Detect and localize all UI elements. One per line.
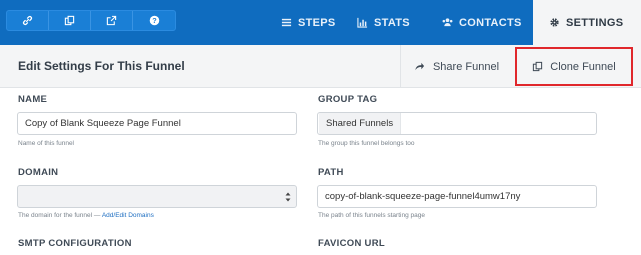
- domain-label: DOMAIN: [18, 167, 59, 178]
- path-label: PATH: [318, 167, 344, 178]
- link-icon: [22, 15, 33, 26]
- smtp-configuration-label: SMTP CONFIGURATION: [18, 238, 132, 249]
- tab-steps-label: STEPS: [298, 16, 336, 29]
- share-funnel-button[interactable]: Share Funnel: [400, 45, 512, 88]
- page-title: Edit Settings For This Funnel: [18, 59, 185, 73]
- path-input-value: copy-of-blank-squeeze-page-funnel4umw17n…: [325, 191, 521, 202]
- group-tag-chip-label: Shared Funnels: [326, 118, 394, 129]
- tab-steps[interactable]: STEPS: [281, 0, 336, 45]
- favicon-url-label: FAVICON URL: [318, 238, 385, 249]
- domain-select[interactable]: [17, 185, 297, 208]
- share-funnel-label: Share Funnel: [432, 60, 500, 73]
- share-icon: [415, 62, 425, 71]
- select-arrows-icon: [285, 192, 291, 202]
- gear-icon: [550, 18, 559, 27]
- users-icon: [442, 18, 453, 27]
- domain-help-label: The domain for the funnel —: [18, 212, 102, 219]
- path-help-text: The path of this funnels starting page: [318, 212, 425, 219]
- group-tag-chip[interactable]: Shared Funnels: [319, 113, 402, 134]
- name-input[interactable]: Copy of Blank Squeeze Page Funnel: [17, 112, 297, 135]
- clone-icon: [533, 61, 543, 72]
- group-tag-input[interactable]: Shared Funnels: [317, 112, 597, 135]
- path-input[interactable]: copy-of-blank-squeeze-page-funnel4umw17n…: [317, 185, 597, 208]
- help-button[interactable]: ?: [133, 11, 175, 30]
- svg-text:?: ?: [152, 16, 157, 25]
- help-icon: ?: [149, 15, 159, 26]
- tab-contacts-label: CONTACTS: [459, 16, 522, 29]
- name-help-text: Name of this funnel: [18, 140, 75, 147]
- group-tag-label: GROUP TAG: [318, 94, 378, 105]
- domain-help-text: The domain for the funnel — Add/Edit Dom…: [18, 212, 154, 219]
- name-label: NAME: [18, 94, 48, 105]
- tab-contacts[interactable]: CONTACTS: [442, 0, 522, 45]
- tab-settings-label: SETTINGS: [566, 16, 624, 29]
- tab-stats[interactable]: STATS: [357, 0, 410, 45]
- external-link-icon: [106, 15, 117, 26]
- link-button[interactable]: [7, 11, 49, 30]
- open-external-button[interactable]: [91, 11, 133, 30]
- bar-chart-icon: [357, 17, 368, 28]
- tab-settings[interactable]: SETTINGS: [533, 0, 641, 45]
- copy-button[interactable]: [49, 11, 91, 30]
- icon-toolbar: ?: [6, 10, 176, 31]
- group-tag-help-text: The group this funnel belongs too: [318, 140, 415, 147]
- top-nav-bar: ? STEPS STATS CONTACTS SETTINGS: [0, 0, 641, 45]
- list-icon: [281, 18, 292, 27]
- name-input-value: Copy of Blank Squeeze Page Funnel: [25, 118, 181, 129]
- copy-icon: [64, 15, 75, 26]
- add-edit-domains-link[interactable]: Add/Edit Domains: [102, 212, 154, 219]
- tab-stats-label: STATS: [374, 16, 410, 29]
- clone-funnel-label: Clone Funnel: [550, 60, 616, 73]
- clone-funnel-button[interactable]: Clone Funnel: [515, 47, 633, 86]
